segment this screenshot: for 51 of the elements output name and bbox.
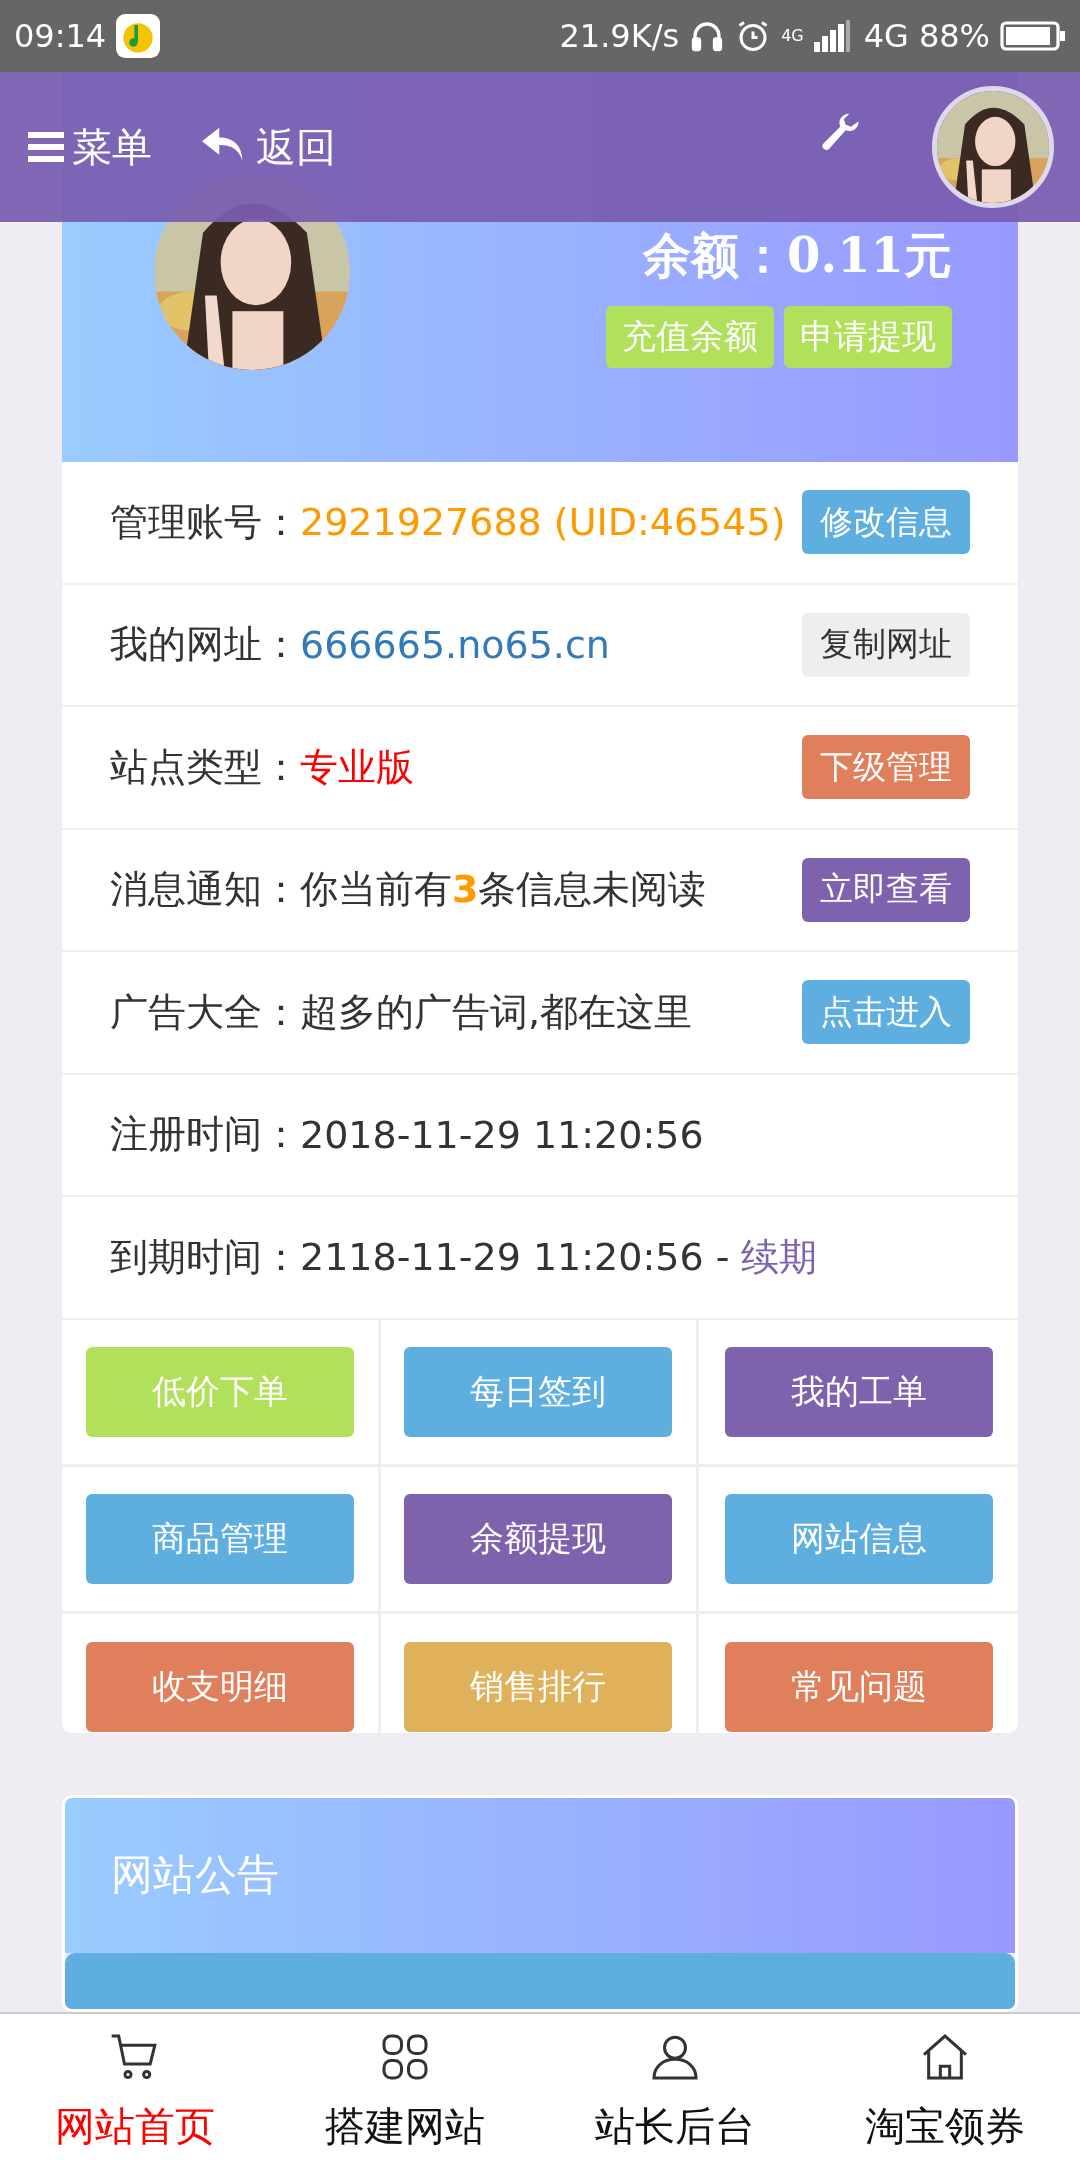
menu-button[interactable]: 余额提现 [404,1493,673,1584]
notice-title: 网站公告 [111,1849,279,1902]
menu-button[interactable]: 每日签到 [404,1346,673,1437]
field-value: 专业版 [300,743,414,791]
balance-text: 余额：0.11元 [643,226,952,285]
menu-button[interactable]: 网站信息 [724,1493,993,1584]
field-label: 到期时间： [110,1233,300,1281]
menu-button[interactable]: 低价下单 [85,1346,354,1437]
field-value: 2118-11-29 11:20:56 - [300,1235,731,1280]
action-button[interactable]: 下级管理 [802,735,970,800]
nav-tab[interactable]: 搭建网站 [270,2014,540,2160]
field-label: 我的网址： [110,621,300,669]
battery-icon [1000,21,1066,51]
menu-link[interactable]: 菜单 [28,119,152,175]
nav-label: 淘宝领券 [865,2102,1025,2151]
menu-button[interactable]: 我的工单 [724,1346,993,1437]
field-value: 2018-11-29 11:20:56 [300,1112,704,1157]
field-value: 你当前有3条信息未阅读 [300,866,707,914]
field-label: 注册时间： [110,1111,300,1159]
back-link[interactable]: 返回 [202,119,336,175]
action-button[interactable]: 修改信息 [802,490,970,555]
battery-percent: 88% [918,17,990,55]
network-label: 4G [863,17,909,55]
balance-button[interactable]: 充值余额 [606,306,774,368]
menu-button[interactable]: 商品管理 [85,1493,354,1584]
field-label: 管理账号： [110,498,300,546]
nav-tab[interactable]: 淘宝领券 [810,2014,1080,2160]
field-label: 广告大全： [110,988,300,1036]
network-speed: 21.9K/s [559,17,680,55]
menu-button[interactable]: 常见问题 [724,1642,993,1732]
clock-time: 09:14 [14,17,107,55]
menu-button[interactable]: 销售排行 [404,1642,673,1732]
network-type-label: 4G [781,28,804,44]
field-label: 消息通知： [110,866,300,914]
menu-button[interactable]: 收支明细 [85,1642,354,1732]
nav-label: 网站首页 [55,2102,215,2151]
nav-tab[interactable]: 站长后台 [540,2014,810,2160]
action-button[interactable]: 复制网址 [802,612,970,677]
field-value: 超多的广告词,都在这里 [300,988,693,1036]
nav-tab[interactable]: 网站首页 [0,2014,270,2160]
field-value: 666665.no65.cn [300,622,610,667]
music-app-icon[interactable] [116,14,161,58]
field-value: 2921927688 (UID:46545) [300,500,786,545]
renew-link[interactable]: 续期 [741,1231,818,1283]
balance-button[interactable]: 申请提现 [784,306,952,368]
action-button[interactable]: 立即查看 [802,857,970,922]
field-label: 站点类型： [110,743,300,791]
menu-icon [28,132,64,162]
action-button[interactable]: 点击进入 [802,980,970,1045]
nav-label: 搭建网站 [325,2102,485,2151]
nav-label: 站长后台 [595,2102,755,2151]
